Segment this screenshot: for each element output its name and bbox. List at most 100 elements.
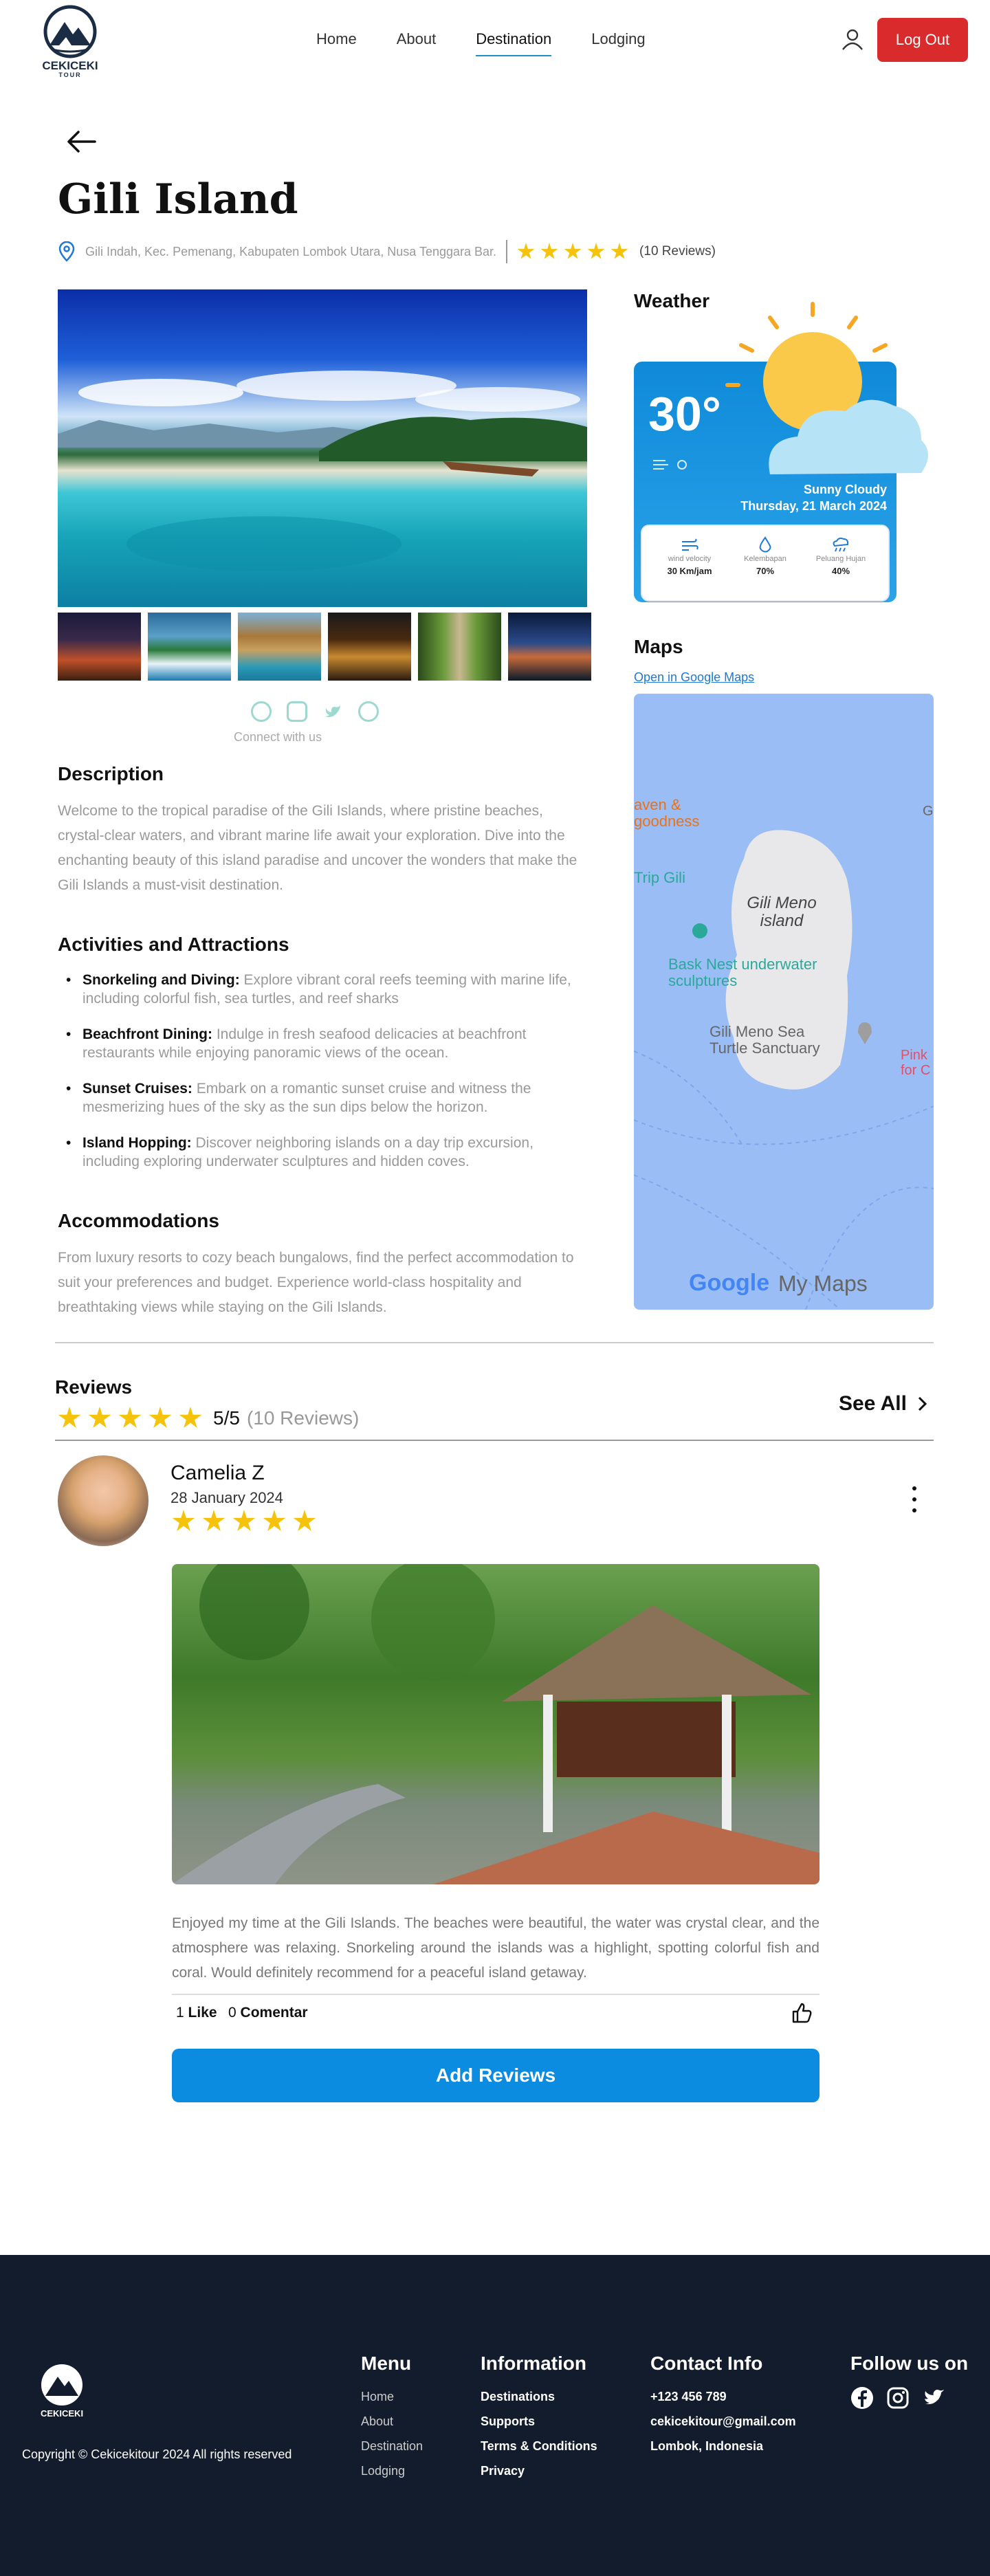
humidity-stat: Kelembapan 70% (724, 536, 806, 576)
review-text: Enjoyed my time at the Gili Islands. The… (172, 1915, 820, 1981)
thumbnail-image[interactable] (148, 613, 231, 681)
nav-lodging[interactable]: Lodging (591, 30, 645, 56)
footer-brand-name: CEKICEKI (40, 2408, 84, 2419)
my-maps-label: My Maps (778, 1271, 868, 1296)
like-number: 1 (176, 2005, 184, 2021)
site-header: CEKICEKI TOUR Home About Destination Lod… (0, 0, 990, 81)
location-text: Gili Indah, Kec. Pemenang, Kabupaten Lom… (85, 244, 497, 258)
activities-heading: Activities and Attractions (58, 934, 289, 955)
thumbnail-image[interactable] (328, 613, 411, 681)
more-options-icon[interactable] (912, 1486, 917, 1512)
see-all-label: See All (839, 1392, 907, 1415)
thumbnail-image[interactable] (418, 613, 501, 681)
facebook-icon[interactable] (251, 701, 272, 722)
nav-home[interactable]: Home (316, 30, 357, 56)
rain-chance-stat: Peluang Hujan 40% (800, 536, 882, 576)
see-all-button[interactable]: See All (839, 1392, 927, 1416)
instagram-icon[interactable] (287, 701, 307, 722)
footer-link-supports[interactable]: Supports (481, 2409, 597, 2434)
thumbs-up-icon[interactable] (791, 2002, 813, 2027)
star-icon (610, 243, 628, 259)
brand-sub: TOUR (58, 71, 82, 78)
map-view[interactable]: aven & goodness Trip Gili Gili Meno island… (634, 694, 934, 1310)
map-label-bask-nest: Bask Nest underwater sculptures (668, 956, 817, 989)
map-label: sculptures (668, 972, 738, 989)
map-label-turtle-sanctuary: Gili Meno Sea Turtle Sanctuary (710, 1024, 820, 1057)
review-date: 28 January 2024 (170, 1489, 283, 1506)
wind-velocity-stat: wind velocity 30 Km/jam (648, 536, 731, 576)
logout-button[interactable]: Log Out (877, 18, 968, 62)
main-destination-image[interactable] (58, 289, 587, 607)
star-icon (148, 1407, 172, 1428)
map-label: Pink (901, 1048, 927, 1063)
footer-email[interactable]: cekicekitour@gmail.com (650, 2409, 796, 2434)
open-google-maps-link[interactable]: Open in Google Maps (634, 670, 754, 685)
weather-date: Thursday, 21 March 2024 (740, 499, 887, 513)
thumbnail-image[interactable] (58, 613, 141, 681)
footer-link-privacy[interactable]: Privacy (481, 2458, 597, 2483)
instagram-icon[interactable] (886, 2386, 910, 2410)
review-photo[interactable] (172, 1564, 820, 1884)
map-label: Gili Meno Sea (710, 1023, 805, 1040)
add-reviews-button[interactable]: Add Reviews (172, 2049, 820, 2102)
facebook-icon[interactable] (850, 2386, 874, 2410)
footer-link-destinations[interactable]: Destinations (481, 2384, 597, 2409)
divider (55, 1440, 934, 1441)
comment-number: 0 (228, 2005, 236, 2021)
main-nav: Home About Destination Lodging (316, 30, 646, 56)
star-icon (172, 1510, 195, 1531)
description-heading: Description (58, 763, 164, 784)
comment-label: Comentar (240, 2005, 308, 2021)
footer-contact-list: +123 456 789 cekicekitour@gmail.com Lomb… (650, 2384, 796, 2458)
footer-phone: +123 456 789 (650, 2390, 727, 2403)
divider (55, 1342, 934, 1343)
summary-stars (58, 1407, 202, 1430)
list-item: Snorkeling and Diving: Explore vibrant c… (66, 971, 575, 1008)
nav-about[interactable]: About (397, 30, 437, 56)
footer-link-about[interactable]: About (361, 2409, 423, 2434)
star-icon (118, 1407, 142, 1428)
accommodations-heading: Accommodations (58, 1210, 219, 1231)
footer-link-lodging[interactable]: Lodging (361, 2458, 423, 2483)
footer-address: Lombok, Indonesia (650, 2439, 764, 2453)
star-icon (88, 1407, 111, 1428)
thumbnail-image[interactable] (238, 613, 321, 681)
footer-link-home[interactable]: Home (361, 2384, 423, 2409)
location-row: Gili Indah, Kec. Pemenang, Kabupaten Lom… (58, 239, 716, 264)
stat-label: Peluang Hujan (815, 555, 866, 563)
star-icon (587, 243, 605, 259)
google-logo: Google (689, 1270, 770, 1296)
rain-cloud-icon (833, 538, 849, 552)
twitter-icon[interactable] (322, 701, 343, 722)
nav-destination[interactable]: Destination (476, 30, 552, 56)
map-label-pink: Pink for C (901, 1048, 930, 1078)
star-icon (293, 1510, 316, 1531)
list-item: Island Hopping: Discover neighboring isl… (66, 1134, 575, 1171)
back-arrow-icon[interactable] (65, 128, 98, 155)
user-icon[interactable] (841, 27, 864, 51)
footer-link-destination[interactable]: Destination (361, 2434, 423, 2458)
twitter-icon[interactable] (922, 2386, 945, 2410)
temperature: 30° (648, 387, 721, 441)
wind-sun-icon (653, 460, 687, 470)
comment-count[interactable]: 0 Comentar (228, 2005, 308, 2021)
chevron-right-icon (918, 1396, 927, 1411)
map-label-aven: aven & goodness (634, 797, 699, 830)
map-label: Bask Nest underwater (668, 956, 817, 973)
footer-link-terms[interactable]: Terms & Conditions (481, 2434, 597, 2458)
review-stars (172, 1510, 316, 1533)
social-links (251, 701, 379, 722)
like-count[interactable]: 1 Like (176, 2005, 217, 2021)
sun-cloud-icon (725, 302, 928, 474)
whatsapp-icon[interactable] (358, 701, 379, 722)
footer-logo[interactable]: CEKICEKI (34, 2362, 89, 2423)
weather-condition: Sunny Cloudy (804, 483, 887, 496)
star-icon (263, 1510, 286, 1531)
review-count: (10 Reviews) (639, 244, 716, 258)
brand-logo[interactable]: CEKICEKI TOUR (36, 4, 104, 78)
review-score: 5/5 (213, 1407, 240, 1429)
location-pin-icon (58, 241, 76, 262)
divider (506, 240, 508, 263)
thumbnail-image[interactable] (508, 613, 591, 681)
footer-menu-list: Home About Destination Lodging (361, 2384, 423, 2483)
